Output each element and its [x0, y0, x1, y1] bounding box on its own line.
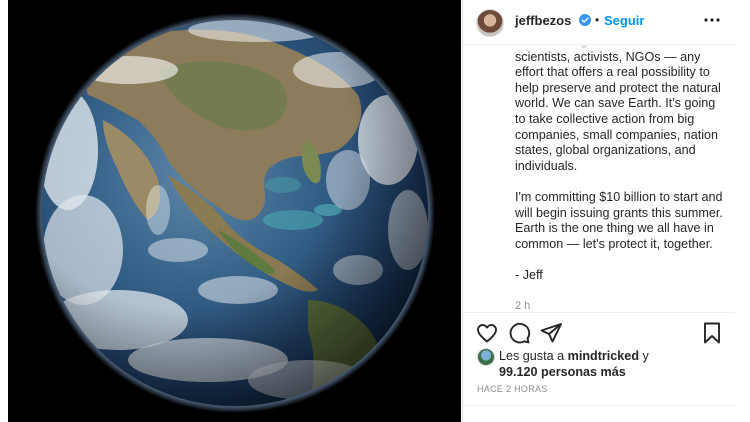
post-timestamp[interactable]: HACE 2 HORAS — [477, 384, 548, 394]
liker-avatar[interactable] — [477, 348, 495, 366]
author-username[interactable]: jeffbezos — [515, 13, 571, 28]
left-margin — [0, 0, 8, 422]
post-image[interactable] — [8, 0, 461, 422]
right-margin — [735, 0, 750, 422]
post-sidebar: share. This global initiative will fund … — [462, 0, 736, 422]
caption-paragraph-1: share. This global initiative will fund … — [515, 44, 721, 173]
caption-text: share. This global initiative will fund … — [515, 44, 723, 312]
author-avatar[interactable] — [476, 9, 504, 37]
comment-icon[interactable] — [507, 321, 531, 345]
caption-relative-time: 2 h — [515, 300, 531, 312]
comment-bar[interactable] — [463, 405, 735, 422]
post-header: jeffbezos • Seguir — [463, 0, 735, 45]
earth-image — [8, 0, 461, 422]
heart-icon[interactable] — [475, 321, 499, 345]
verified-badge-icon — [579, 14, 591, 26]
likes-conjunction: y — [642, 349, 649, 363]
header-separator: • — [595, 13, 600, 27]
share-icon[interactable] — [539, 321, 563, 345]
caption-paragraph-2: I'm committing $10 billion to start and … — [515, 189, 723, 251]
follow-button[interactable]: Seguir — [604, 13, 644, 28]
caption-top-fade — [463, 44, 735, 52]
caption-signature: - Jeff — [515, 267, 543, 282]
bookmark-icon[interactable] — [700, 321, 724, 345]
more-options-icon[interactable] — [702, 10, 722, 30]
liker-username[interactable]: mindtricked — [568, 349, 639, 363]
action-bar — [463, 312, 735, 353]
caption-area[interactable]: share. This global initiative will fund … — [463, 44, 735, 312]
likes-prefix: Les gusta a — [499, 349, 565, 363]
likes-count[interactable]: 99.120 personas más — [499, 364, 626, 380]
instagram-post-window: share. This global initiative will fund … — [0, 0, 750, 422]
likes-line-1: Les gusta a mindtricked y — [499, 348, 649, 364]
